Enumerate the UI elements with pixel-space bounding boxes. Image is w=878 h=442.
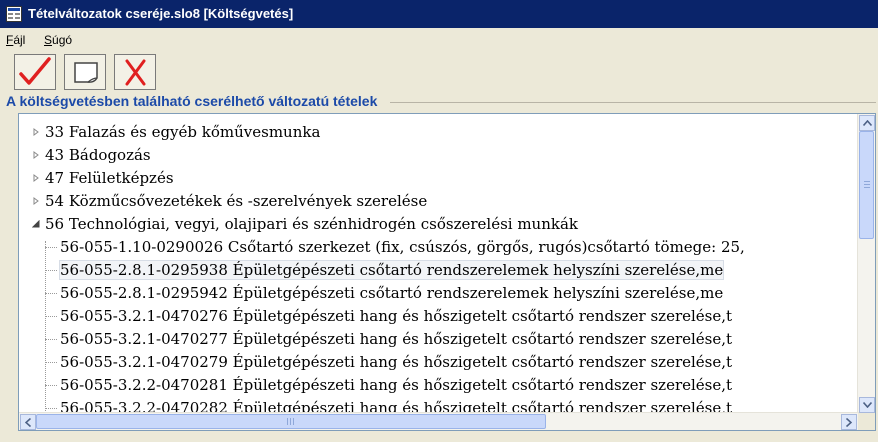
tree-group-label: 43 Bádogozás — [45, 146, 151, 164]
arrow-left-icon — [25, 418, 31, 427]
scrollbar-corner — [858, 413, 875, 430]
tree-group-label: 54 Közműcsővezetékek és -szerelvények sz… — [45, 192, 428, 210]
tree-item[interactable]: 56-055-3.2.1-0470277 Épületgépészeti han… — [19, 328, 859, 351]
tree-branch-line — [45, 293, 57, 294]
scroll-left-button[interactable] — [20, 414, 36, 430]
tree-item[interactable]: 56-055-2.8.1-0295942 Épületgépészeti cső… — [19, 282, 859, 305]
tree-item-label: 56-055-3.2.1-0470276 Épületgépészeti han… — [60, 307, 733, 325]
tree-item-label: 56-055-3.2.1-0470279 Épületgépészeti han… — [60, 353, 733, 371]
section-divider — [390, 102, 876, 103]
tree-group-43[interactable]: 43 Bádogozás — [19, 144, 859, 167]
edit-button[interactable] — [64, 54, 106, 90]
tree-group-label: 47 Felületképzés — [45, 169, 174, 187]
section-title: A költségvetésben található cserélhető v… — [6, 93, 378, 109]
tree-group-54[interactable]: 54 Közműcsővezetékek és -szerelvények sz… — [19, 190, 859, 213]
tree-group-label: 33 Falazás és egyéb kőművesmunka — [45, 123, 321, 141]
expand-icon[interactable] — [32, 128, 40, 136]
tree-group-56[interactable]: 56 Technológiai, vegyi, olajipari és szé… — [19, 213, 859, 236]
checkmark-icon — [19, 57, 51, 85]
expand-icon[interactable] — [32, 174, 40, 182]
tree-group-47[interactable]: 47 Felületképzés — [19, 167, 859, 190]
tree-item[interactable]: 56-055-3.2.2-0470281 Épületgépészeti han… — [19, 374, 859, 397]
cancel-button[interactable] — [114, 54, 156, 90]
tree-branch-line — [45, 247, 57, 248]
tree-item-selected[interactable]: 56-055-2.8.1-0295938 Épületgépészeti cső… — [19, 259, 859, 282]
window-title: Tételváltozatok cseréje.slo8 [Költségvet… — [28, 6, 294, 21]
collapse-icon[interactable] — [32, 220, 40, 228]
tree-branch-line — [45, 362, 57, 363]
horizontal-scrollbar[interactable] — [19, 412, 859, 430]
tree-group-label: 56 Technológiai, vegyi, olajipari és szé… — [45, 215, 578, 233]
tree-item-label: 56-055-1.10-0290026 Csőtartó szerkezet (… — [60, 238, 745, 256]
scroll-up-button[interactable] — [859, 115, 875, 131]
tree-item-label: 56-055-2.8.1-0295942 Épületgépészeti cső… — [60, 284, 724, 302]
menu-item-help[interactable]: Súgó — [44, 33, 72, 47]
tree-branch-line — [45, 270, 57, 271]
item-tree[interactable]: 33 Falazás és egyéb kőművesmunka 43 Bádo… — [18, 113, 876, 431]
tree-item[interactable]: 56-055-3.2.1-0470279 Épületgépészeti han… — [19, 351, 859, 374]
accept-button[interactable] — [14, 54, 56, 90]
expand-icon[interactable] — [32, 151, 40, 159]
app-window-icon — [6, 6, 22, 22]
arrow-right-icon — [846, 418, 852, 427]
tree-rows: 33 Falazás és egyéb kőművesmunka 43 Bádo… — [19, 114, 859, 416]
vertical-scrollbar[interactable] — [857, 114, 875, 414]
horizontal-scroll-thumb[interactable] — [36, 414, 546, 429]
toolbar — [0, 50, 878, 90]
tree-item-label: 56-055-2.8.1-0295938 Épületgépészeti cső… — [58, 260, 725, 280]
tree-branch-line — [45, 339, 57, 340]
x-icon — [125, 59, 146, 86]
tree-branch-line — [45, 316, 57, 317]
title-bar: Tételváltozatok cseréje.slo8 [Költségvet… — [0, 0, 878, 28]
tree-branch-line — [45, 408, 57, 409]
tree-item[interactable]: 56-055-1.10-0290026 Csőtartó szerkezet (… — [19, 236, 859, 259]
tree-item[interactable]: 56-055-3.2.1-0470276 Épületgépészeti han… — [19, 305, 859, 328]
tree-group-33[interactable]: 33 Falazás és egyéb kőművesmunka — [19, 121, 859, 144]
scroll-down-button[interactable] — [859, 397, 875, 413]
menu-bar: Fájl Súgó — [0, 28, 878, 50]
vertical-scroll-thumb[interactable] — [859, 131, 874, 239]
expand-icon[interactable] — [32, 197, 40, 205]
arrow-down-icon — [863, 402, 872, 408]
tree-item-label: 56-055-3.2.1-0470277 Épületgépészeti han… — [60, 330, 733, 348]
scroll-right-button[interactable] — [841, 414, 857, 430]
tree-item-label: 56-055-3.2.2-0470281 Épületgépészeti han… — [60, 376, 733, 394]
arrow-up-icon — [863, 120, 872, 126]
tree-branch-line — [45, 385, 57, 386]
note-icon — [74, 62, 98, 83]
menu-item-file[interactable]: Fájl — [6, 33, 25, 47]
